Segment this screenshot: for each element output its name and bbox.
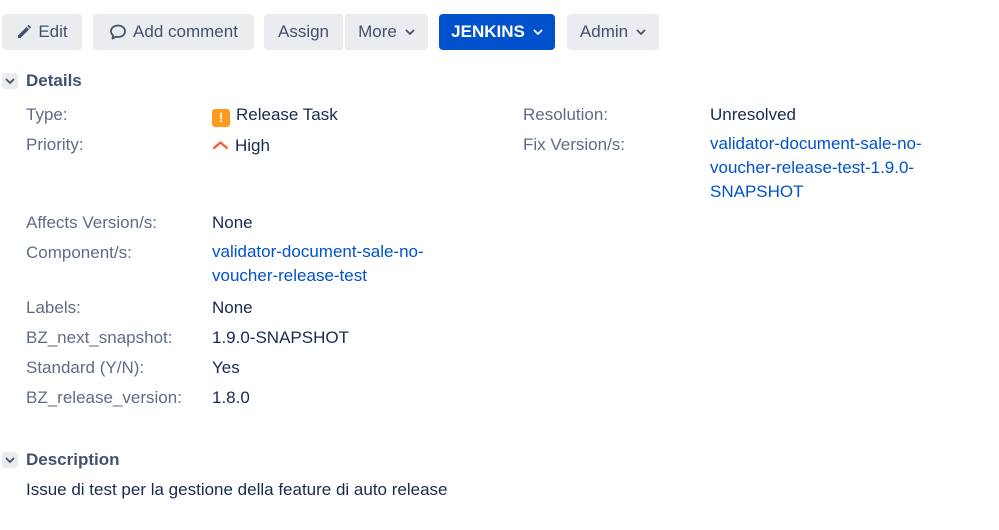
priority-label: Priority: (26, 135, 84, 154)
chevron-down-icon (5, 457, 15, 463)
description-text: Issue di test per la gestione della feat… (26, 480, 448, 499)
comment-icon (109, 23, 127, 41)
edit-label: Edit (38, 22, 68, 41)
chevron-down-icon (636, 27, 646, 37)
component-link[interactable]: validator-document-sale-no-voucher-relea… (212, 240, 452, 288)
add-comment-button[interactable]: Add comment (93, 14, 254, 50)
standard-value: Yes (212, 358, 240, 377)
bz-release-version-label: BZ_release_version: (26, 388, 182, 407)
more-label: More (358, 22, 397, 41)
jenkins-button[interactable]: JENKINS (439, 14, 555, 50)
edit-button[interactable]: Edit (2, 14, 82, 50)
chevron-down-icon (533, 27, 543, 37)
pencil-icon (16, 24, 32, 40)
issue-toolbar: Edit Add comment Assign More JENKINS Adm… (0, 0, 999, 66)
priority-value: High (212, 135, 270, 156)
affects-version-label: Affects Version/s: (26, 213, 158, 232)
resolution-label: Resolution: (523, 105, 609, 124)
type-value: ! Release Task (212, 105, 338, 127)
admin-label: Admin (579, 22, 629, 41)
release-task-icon: ! (212, 109, 230, 127)
more-button[interactable]: More (345, 14, 428, 50)
type-text: Release Task (236, 105, 338, 124)
details-heading: Details (26, 71, 82, 90)
fix-version-label: Fix Version/s: (523, 135, 626, 154)
standard-label: Standard (Y/N): (26, 358, 145, 377)
priority-text: High (235, 136, 270, 155)
bz-next-snapshot-label: BZ_next_snapshot: (26, 328, 173, 347)
chevron-down-icon (405, 27, 415, 37)
jenkins-label: JENKINS (451, 22, 525, 41)
type-label: Type: (26, 105, 68, 124)
labels-value: None (212, 298, 253, 317)
description-collapse-toggle[interactable] (2, 452, 18, 468)
labels-label: Labels: (26, 298, 81, 317)
resolution-value: Unresolved (710, 105, 796, 124)
priority-high-icon (212, 135, 229, 155)
bz-release-version-value: 1.8.0 (212, 388, 250, 407)
chevron-down-icon (5, 78, 15, 84)
affects-version-value: None (212, 213, 253, 232)
assign-button[interactable]: Assign (264, 14, 343, 50)
admin-button[interactable]: Admin (567, 14, 659, 50)
fix-version-link[interactable]: validator-document-sale-no-voucher-relea… (710, 132, 950, 204)
component-label: Component/s: (26, 243, 132, 262)
add-comment-label: Add comment (133, 22, 238, 41)
bz-next-snapshot-value: 1.9.0-SNAPSHOT (212, 328, 349, 347)
details-collapse-toggle[interactable] (2, 73, 18, 89)
description-heading: Description (26, 450, 120, 469)
assign-label: Assign (277, 22, 330, 41)
